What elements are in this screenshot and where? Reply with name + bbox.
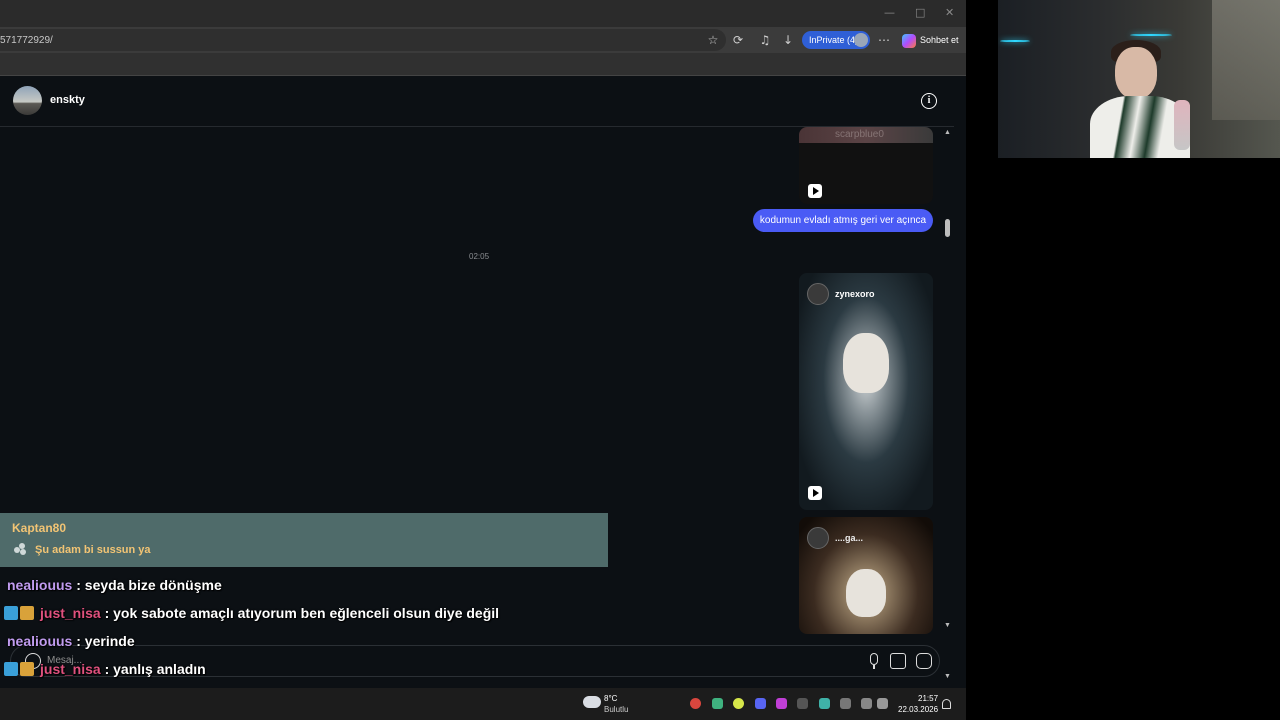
volume-icon[interactable] [877,698,888,709]
chat-nick: nealiouus [7,633,73,649]
badge-icon [4,662,18,676]
taskbar: 8°C Bulutlu 21:57 22.03.2026 [0,688,966,720]
play-icon[interactable] [808,486,822,500]
webcam-feed [998,0,1280,158]
stream-alert: Kaptan80 Şu adam bi sussun ya [0,513,608,567]
shared-reel-3[interactable]: ....ga... [799,517,933,634]
overlay-chat-line: nealiouus : seyda bize dönüşme [7,577,222,593]
clock-date[interactable]: 22.03.2026 [898,705,938,714]
alert-message: Şu adam bi sussun ya [35,544,151,556]
weather-description[interactable]: Bulutlu [604,705,628,714]
scrollbar[interactable]: ▲ ▼ ▼ [942,127,954,685]
image-icon[interactable] [890,653,906,669]
avatar[interactable] [13,86,42,115]
user-badges [4,662,36,679]
close-button[interactable]: ✕ [945,6,954,19]
scroll-down-arrow-icon[interactable]: ▼ [944,673,951,680]
minimize-button[interactable]: — [884,6,895,19]
copilot-icon [902,33,916,48]
title-bar: — □ ✕ [0,0,966,27]
skull-mask-image [843,333,889,393]
play-icon[interactable] [808,184,822,198]
weather-temperature[interactable]: 8°C [604,694,617,703]
microphone [1174,100,1190,150]
microphone-tray-icon[interactable] [840,698,851,709]
chat-text: : seyda bize dönüşme [72,577,222,593]
overlay-chat-line: just_nisa : yanlış anladın [4,661,206,679]
chat-text: : yok sabote amaçlı atıyorum ben eğlence… [100,605,500,621]
shared-reel-1[interactable]: scarpblue0 [799,127,933,204]
chat-username[interactable]: enskty [50,94,85,106]
notification-bell-icon[interactable] [942,699,951,709]
background-curtain [1212,0,1280,120]
tray-app-icon[interactable] [690,698,701,709]
tray-app-icon[interactable] [733,698,744,709]
neon-light [1130,34,1172,36]
tray-app-icon[interactable] [776,698,787,709]
streamer-face [1115,47,1157,99]
scroll-up-arrow-icon[interactable]: ▲ [944,129,951,136]
url-text: 571772929/ [0,35,53,46]
reel-author: ....ga... [835,533,864,543]
collections-icon[interactable]: ♫ [757,32,773,48]
chat-nick: nealiouus [7,577,73,593]
user-badges [4,606,36,623]
favorite-star-icon[interactable]: ☆ [705,32,721,48]
neon-light [1000,40,1030,42]
screen: — □ ✕ 571772929/ ☆ ⟳ ♫ ↓ InPrivate (4) ⋯… [0,0,1280,720]
chat-nick: just_nisa [40,605,101,621]
tray-app-icon[interactable] [819,698,830,709]
reel-author-avatar [807,283,829,305]
clock-time[interactable]: 21:57 [918,694,938,703]
network-icon[interactable] [861,698,872,709]
more-menu-icon[interactable]: ⋯ [876,32,892,48]
crown-icon [20,662,34,676]
crown-icon [20,606,34,620]
skull-image [846,569,886,617]
bits-icon [14,543,28,555]
overlay-chat-line: just_nisa : yok sabote amaçlı atıyorum b… [4,605,499,623]
sent-message-bubble[interactable]: kodumun evladı atmış geri ver açınca [753,209,933,232]
scroll-thumb[interactable] [945,219,950,237]
reel-author: zynexoro [835,289,875,299]
reel-author: scarpblue0 [835,129,884,140]
info-icon[interactable]: i [921,93,937,109]
cloud-icon[interactable] [583,696,601,708]
chat-header: enskty i [0,76,954,127]
profile-avatar [854,33,868,47]
extensions-icon[interactable]: ⟳ [730,32,746,48]
scroll-down-arrow-icon[interactable]: ▼ [944,622,951,629]
inprivate-label: InPrivate (4) [809,35,859,45]
tray-app-icon[interactable] [712,698,723,709]
chat-text: : yanlış anladın [100,661,206,677]
discord-icon[interactable] [755,698,766,709]
copilot-label: Sohbet et [920,35,959,45]
overlay-chat-line: nealiouus : yerinde [7,633,135,649]
badge-icon [4,606,18,620]
sticker-icon[interactable] [916,653,932,669]
alert-username: Kaptan80 [12,521,67,535]
tray-app-icon[interactable] [797,698,808,709]
chat-nick: just_nisa [40,661,101,677]
inprivate-button[interactable]: InPrivate (4) [802,31,870,49]
url-field[interactable]: 571772929/ [0,29,726,51]
chat-text: : yerinde [72,633,135,649]
reel-author-avatar [807,527,829,549]
copilot-button[interactable]: Sohbet et [902,31,959,49]
maximize-button[interactable]: □ [915,6,925,19]
microphone-icon[interactable] [866,653,882,669]
shared-reel-2[interactable]: zynexoro [799,273,933,510]
download-icon[interactable]: ↓ [780,32,796,48]
favorites-bar [0,53,966,76]
message-timestamp: 02:05 [469,252,490,261]
